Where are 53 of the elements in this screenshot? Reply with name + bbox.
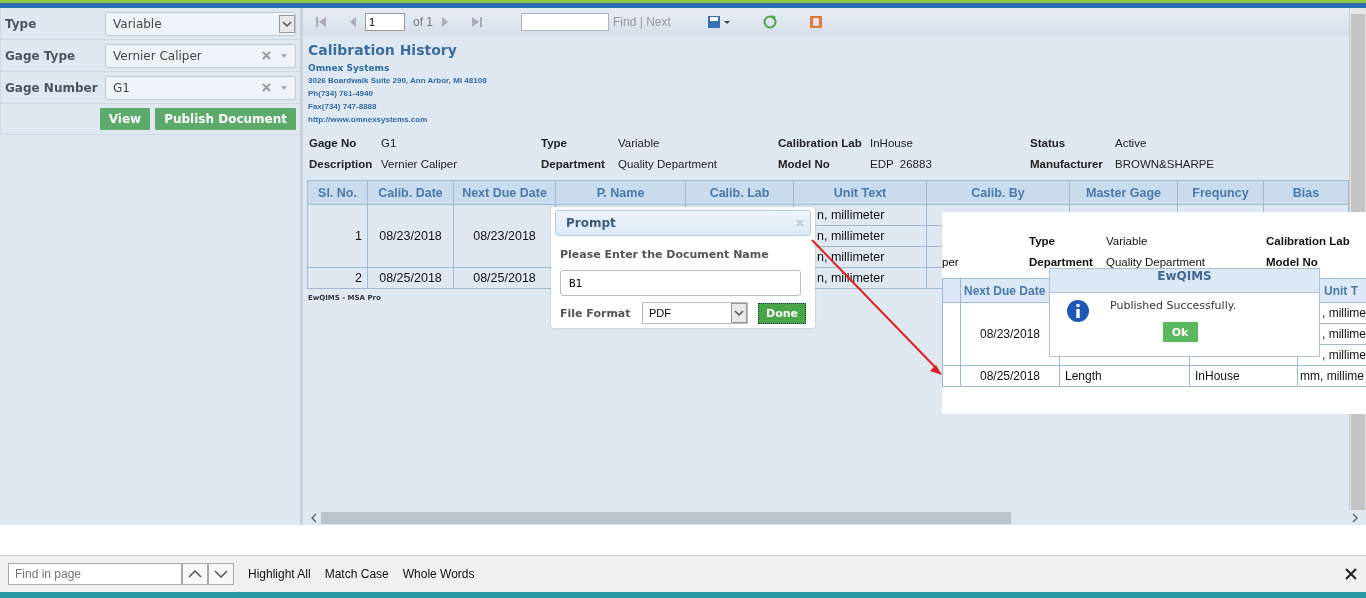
filter-label: Type [4, 16, 38, 31]
column-header: Bias [1263, 180, 1349, 205]
dialog-title: Prompt [566, 216, 617, 230]
table-cell: 2 [307, 267, 368, 289]
column-header: Sl. No. [307, 180, 368, 205]
filter-label: Gage Number [4, 80, 99, 95]
table-cell: 1 [307, 204, 368, 268]
table-cell: 08/25/2018 [367, 267, 454, 289]
message-text: Published Successfully. [1110, 299, 1237, 312]
column-header: Calib. Date [367, 180, 454, 205]
column-header: Master Gage [1069, 180, 1178, 205]
field-label: Please Enter the Document Name [560, 248, 770, 261]
column-header: Calib. Lab [685, 180, 794, 205]
detail-label: Status [1030, 136, 1067, 150]
column-header: Calib. By [926, 180, 1070, 205]
detail-value: Quality Department [618, 157, 719, 171]
detail-label: Department [1029, 256, 1094, 268]
detail-value: Active [1115, 136, 1148, 150]
detail-value: InHouse [870, 136, 914, 150]
company-name: Omnex Systems [308, 62, 391, 74]
table-cell: 08/23/2018 [367, 204, 454, 268]
detail-value: Variable [1106, 235, 1149, 247]
address-line: 3026 Boardwalk Suite 290, Ann Arbor, MI 48108 [308, 75, 487, 87]
detail-label: Calibration Lab [1266, 235, 1351, 247]
detail-value: Vernier Caliper [381, 157, 459, 171]
filter-label: Gage Type [4, 48, 77, 63]
detail-label: Model No [1266, 256, 1319, 268]
field-label: File Format [560, 306, 632, 320]
detail-value: BROWN&SHARPE [1115, 157, 1216, 171]
column-header: Unit Text [793, 180, 927, 205]
detail-label: Department [541, 157, 606, 171]
detail-label: Description [309, 157, 374, 171]
detail-label: Gage No [309, 136, 358, 150]
column-header: Next Due Date [453, 180, 556, 205]
column-header: Frequncy [1177, 180, 1264, 205]
detail-value: Quality Department [1106, 256, 1207, 268]
detail-value: per [942, 256, 959, 268]
column-header: P. Name [555, 180, 686, 205]
detail-label: Type [541, 136, 568, 150]
address-line: Fax(734) 747-8888 [308, 101, 377, 113]
address-line: http://www.omnexsystems.com [308, 114, 428, 126]
detail-label: Model No [778, 157, 831, 171]
dialog-title: EwQIMS [1050, 269, 1319, 293]
detail-value: EDP 26883 [870, 157, 933, 171]
address-line: Ph(734) 761-4940 [308, 88, 373, 100]
report-title: Calibration History [308, 42, 458, 59]
detail-value: Variable [618, 136, 661, 150]
page-count: of 1 [413, 15, 433, 29]
detail-label: Calibration Lab [778, 136, 863, 150]
detail-value: G1 [381, 136, 398, 150]
detail-label: Type [1029, 235, 1056, 247]
detail-label: Manufacturer [1030, 157, 1104, 171]
separator: | [639, 15, 643, 29]
